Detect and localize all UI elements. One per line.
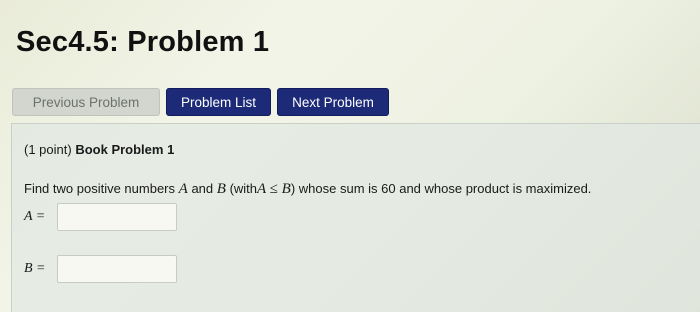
problem-question: Find two positive numbers A and B (withA…: [24, 181, 591, 198]
problem-panel: (1 point) Book Problem 1 Find two positi…: [11, 123, 700, 312]
problem-name: Book Problem 1: [75, 142, 175, 157]
question-suffix: whose sum is 60 and whose product is max…: [298, 181, 592, 196]
question-and: and: [191, 181, 214, 196]
next-problem-button[interactable]: Next Problem: [277, 88, 389, 116]
question-prefix: Find two positive numbers: [24, 181, 176, 196]
answer-row-a: A =: [24, 203, 177, 231]
answer-input-b[interactable]: [57, 255, 177, 283]
answer-label-b: B =: [24, 261, 46, 276]
previous-problem-button[interactable]: Previous Problem: [12, 88, 160, 116]
question-with-open: (with: [229, 181, 258, 196]
answer-label-a: A =: [24, 209, 46, 224]
constraint-expression: A ≤ B: [257, 181, 291, 197]
problem-header: (1 point) Book Problem 1: [24, 142, 174, 157]
problem-navigation: Previous Problem Problem List Next Probl…: [12, 88, 389, 116]
problem-list-button[interactable]: Problem List: [166, 88, 271, 116]
page-title: Sec4.5: Problem 1: [16, 26, 270, 58]
answer-input-a[interactable]: [57, 203, 177, 231]
question-with-close: ): [290, 181, 296, 196]
variable-a: A: [178, 181, 188, 197]
variable-b: B: [216, 181, 226, 197]
answer-row-b: B =: [24, 255, 177, 283]
problem-points: (1 point): [24, 142, 72, 157]
